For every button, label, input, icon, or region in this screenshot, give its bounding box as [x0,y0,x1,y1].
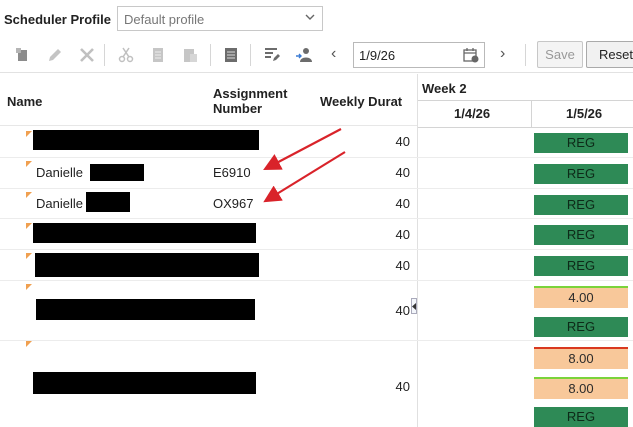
date-column-divider [531,101,532,127]
row-flag-icon [26,192,32,198]
row-flag-icon [26,253,32,259]
employee-name: Danielle [36,165,83,180]
collapse-splitter-handle[interactable] [411,298,417,314]
row-flag-icon [26,161,32,167]
date-header-divider [418,127,633,128]
cut-scissors-icon[interactable] [117,46,135,64]
shift-cell-reg[interactable]: REG [534,407,628,427]
row-flag-icon [26,284,32,290]
weekly-duration-value: 40 [395,165,410,180]
next-date-arrow[interactable]: › [500,45,505,63]
date-input[interactable]: 1/9/26 [353,42,485,68]
weekly-duration-value: 40 [395,227,410,242]
redacted-name [33,372,256,394]
chevron-down-icon [305,14,315,20]
redacted-name [33,223,256,243]
weekly-duration-value: 40 [395,196,410,211]
name-column-header[interactable]: Name [7,94,42,109]
weekly-duration-value: 40 [395,258,410,273]
redacted-name [33,130,259,150]
save-button[interactable]: Save [537,41,583,68]
shift-cell-reg[interactable]: REG [534,256,628,276]
row-divider [0,340,633,341]
date-header-1: 1/4/26 [454,106,491,121]
week-label: Week 2 [422,81,467,96]
assign-person-icon[interactable] [295,46,313,64]
weekly-duration-value: 40 [395,379,410,394]
reset-button[interactable]: Reset [586,41,633,68]
redacted-name [36,299,255,320]
row-flag-icon [26,223,32,229]
assignment-number-header-line2[interactable]: Number [213,101,262,116]
redacted-surname [86,192,130,212]
shift-cell-reg[interactable]: REG [534,225,628,245]
shift-cell-reg[interactable]: REG [534,133,628,153]
toolbar-separator [210,44,211,66]
previous-date-arrow[interactable]: ‹ [331,45,336,63]
toolbar-separator [250,44,251,66]
profile-select[interactable]: Default profile [117,6,323,31]
shift-cell-hours[interactable]: 8.00 [534,347,628,369]
profile-select-value: Default profile [124,12,205,27]
employee-name: Danielle [36,196,83,211]
shift-cell-reg[interactable]: REG [534,164,628,184]
row-flag-icon [26,131,32,137]
weekly-duration-header[interactable]: Weekly Durat [320,94,402,109]
week-header-divider [418,100,633,101]
assignment-number: OX967 [213,196,254,211]
row-divider [0,218,633,219]
date-input-value: 1/9/26 [359,48,396,63]
shift-cell-reg[interactable]: REG [534,317,628,337]
annotation-arrow [263,151,346,203]
date-header-2: 1/5/26 [566,106,603,121]
details-panel-icon[interactable] [222,46,240,64]
shift-cell-hours[interactable]: 4.00 [534,286,628,308]
redacted-surname [90,164,144,181]
shift-cell-reg[interactable]: REG [534,195,628,215]
add-row-icon[interactable] [14,46,32,64]
list-edit-icon[interactable] [263,46,281,64]
row-flag-icon [26,341,32,347]
redacted-name [35,253,259,277]
delete-x-icon[interactable] [78,46,96,64]
weekly-duration-value: 40 [395,303,410,318]
shift-cell-hours[interactable]: 8.00 [534,377,628,399]
row-divider [0,280,633,281]
copy-icon[interactable] [149,46,167,64]
annotation-arrows [263,128,346,203]
weekly-duration-value: 40 [395,134,410,149]
scheduler-profile-label: Scheduler Profile [4,12,111,27]
assignment-number-header-line1[interactable]: Assignment [213,86,287,101]
calendar-icon[interactable] [463,47,479,63]
row-divider [0,249,633,250]
edit-pencil-icon[interactable] [46,46,64,64]
paste-clipboard-icon[interactable] [181,46,199,64]
toolbar-separator [525,44,526,66]
toolbar-separator [104,44,105,66]
assignment-number: E6910 [213,165,251,180]
